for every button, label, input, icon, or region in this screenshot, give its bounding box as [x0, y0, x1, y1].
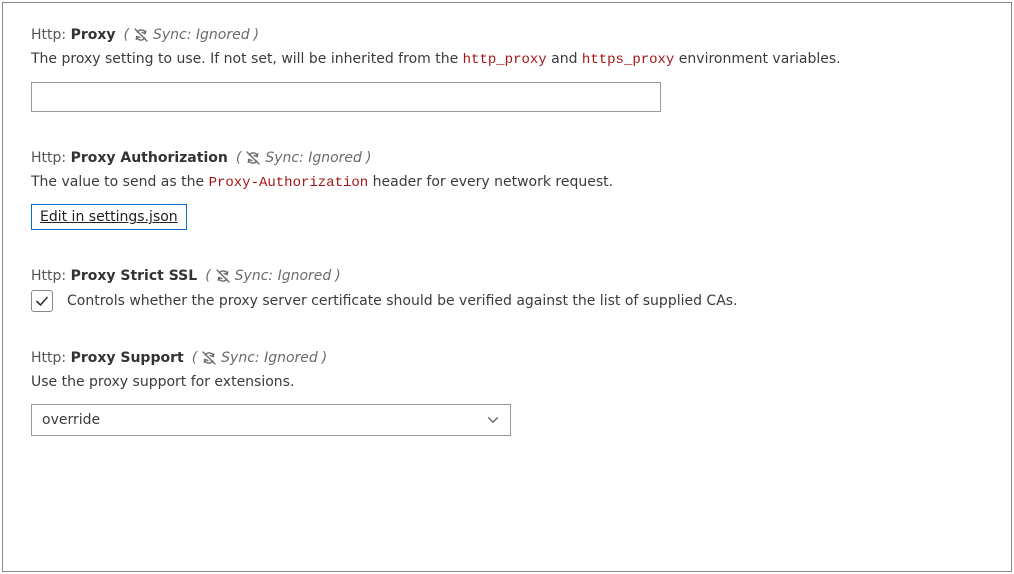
- checkbox-row: Controls whether the proxy server certif…: [31, 290, 983, 312]
- proxy-support-select[interactable]: override: [31, 404, 511, 436]
- setting-title-row: Http: Proxy Support Sync: Ignored: [31, 350, 983, 366]
- setting-description: The proxy setting to use. If not set, wi…: [31, 49, 983, 72]
- sync-ignored-badge: Sync: Ignored: [192, 350, 328, 366]
- setting-description: The value to send as the Proxy-Authoriza…: [31, 172, 983, 195]
- code-literal: https_proxy: [582, 52, 674, 68]
- proxy-input[interactable]: [31, 82, 661, 112]
- setting-name: Proxy Support: [71, 350, 184, 366]
- proxy-strict-ssl-checkbox[interactable]: [31, 290, 53, 312]
- select-value: override: [42, 412, 100, 428]
- sync-ignored-icon: [215, 268, 231, 284]
- sync-ignored-label: Sync: Ignored: [153, 27, 250, 43]
- setting-scope: Http: Proxy: [31, 27, 116, 43]
- setting-http-proxy: Http: Proxy Sync: Ignored The proxy sett…: [31, 27, 983, 112]
- setting-name: Proxy Authorization: [71, 150, 228, 166]
- setting-title-row: Http: Proxy Sync: Ignored: [31, 27, 983, 43]
- setting-name: Proxy Strict SSL: [71, 268, 198, 284]
- setting-name: Proxy: [71, 27, 116, 43]
- setting-scope: Http: Proxy Support: [31, 350, 184, 366]
- sync-ignored-badge: Sync: Ignored: [236, 150, 372, 166]
- setting-http-proxy-authorization: Http: Proxy Authorization Sync: Ignored …: [31, 150, 983, 231]
- setting-title-row: Http: Proxy Authorization Sync: Ignored: [31, 150, 983, 166]
- setting-scope: Http: Proxy Strict SSL: [31, 268, 197, 284]
- code-literal: http_proxy: [463, 52, 547, 68]
- setting-http-proxy-support: Http: Proxy Support Sync: Ignored Use th…: [31, 350, 983, 436]
- sync-ignored-icon: [201, 350, 217, 366]
- sync-ignored-icon: [245, 150, 261, 166]
- setting-http-proxy-strict-ssl: Http: Proxy Strict SSL Sync: Ignored: [31, 268, 983, 312]
- setting-description: Use the proxy support for extensions.: [31, 372, 983, 394]
- setting-description: Controls whether the proxy server certif…: [67, 293, 738, 309]
- setting-scope: Http: Proxy Authorization: [31, 150, 228, 166]
- sync-ignored-label: Sync: Ignored: [265, 150, 362, 166]
- sync-ignored-icon: [133, 27, 149, 43]
- code-literal: Proxy-Authorization: [209, 175, 369, 191]
- sync-ignored-badge: Sync: Ignored: [124, 27, 260, 43]
- chevron-down-icon: [486, 413, 500, 427]
- settings-panel: Http: Proxy Sync: Ignored The proxy sett…: [2, 2, 1012, 572]
- sync-ignored-label: Sync: Ignored: [221, 350, 318, 366]
- setting-title-row: Http: Proxy Strict SSL Sync: Ignored: [31, 268, 983, 284]
- edit-in-settings-json-link[interactable]: Edit in settings.json: [31, 204, 187, 230]
- sync-ignored-badge: Sync: Ignored: [205, 268, 341, 284]
- sync-ignored-label: Sync: Ignored: [235, 268, 332, 284]
- check-icon: [34, 293, 50, 309]
